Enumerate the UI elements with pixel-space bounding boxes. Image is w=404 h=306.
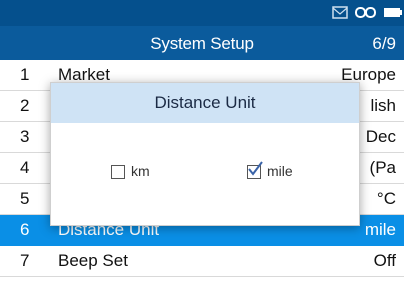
km-checkbox[interactable] (111, 165, 125, 179)
item-number: 7 (20, 251, 30, 270)
item-number: 1 (20, 65, 30, 84)
dialog-title: Distance Unit (154, 93, 256, 112)
checkmark-icon (248, 161, 263, 176)
item-number: 3 (20, 127, 30, 146)
distance-unit-dialog: Distance Unit km mile (50, 82, 360, 226)
item-value: °C (376, 189, 396, 208)
mail-icon (332, 6, 348, 19)
item-value: mile (364, 220, 396, 239)
page-title: System Setup (150, 34, 254, 53)
item-value: lish (370, 96, 396, 115)
item-number: 4 (20, 158, 30, 177)
item-value: (Pa (369, 158, 396, 177)
item-label: Beep Set (58, 251, 128, 270)
battery-icon (384, 8, 402, 17)
item-value: Off (373, 251, 396, 270)
item-number: 6 (20, 220, 30, 239)
dialog-header: Distance Unit (51, 83, 359, 123)
item-number: 2 (20, 96, 30, 115)
status-bar (0, 0, 404, 26)
option-label: km (131, 163, 150, 179)
title-bar: System Setup 6/9 (0, 26, 404, 60)
mile-checkbox[interactable] (247, 161, 263, 179)
item-number: 5 (20, 189, 30, 208)
page-indicator: 6/9 (372, 34, 396, 53)
menu-item-beep-set[interactable]: 7 Beep Set Off (0, 246, 404, 277)
option-label: mile (267, 163, 293, 179)
item-value: Dec (365, 127, 396, 146)
link-icon (355, 7, 376, 18)
